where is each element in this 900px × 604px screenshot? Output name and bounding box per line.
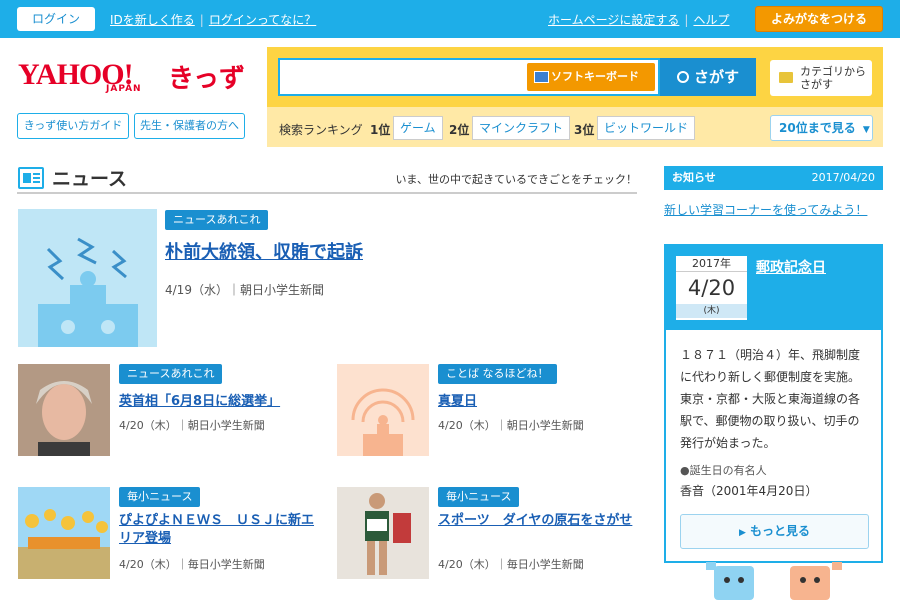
help-link[interactable]: ヘルプ xyxy=(693,13,729,27)
search-button-label: さがす xyxy=(693,68,739,86)
logo-kids-text: きっず xyxy=(168,64,245,94)
notice-date: 2017/04/20 xyxy=(811,171,875,184)
article-title[interactable]: 真夏日 xyxy=(438,390,477,409)
newspaper-icon xyxy=(18,167,44,189)
about-login-link[interactable]: ログインってなに？ xyxy=(209,13,316,27)
news-title: ニュース xyxy=(52,168,128,190)
featured-category-tag[interactable]: ニュースあれこれ xyxy=(165,210,269,230)
logo-japan-text: JAPAN xyxy=(106,84,142,94)
article-thumbnail[interactable] xyxy=(18,364,110,456)
ranking-more-button[interactable]: 20位まで見る ▼ xyxy=(770,115,873,141)
ranking-item-2[interactable]: マインクラフト xyxy=(472,116,571,140)
category-search-button[interactable]: カテゴリから さがす xyxy=(770,60,872,96)
article-category-tag[interactable]: ニュースあれこれ xyxy=(119,364,223,384)
article-category-tag[interactable]: ことば なるほどね！ xyxy=(438,364,557,384)
search-panel: ソフトキーボード さがす カテゴリから さがす 検索ランキング 1位 ゲーム 2… xyxy=(267,47,883,147)
article-title[interactable]: ぴよぴよＮＥＷＳ ＵＳＪに新エリア登場 xyxy=(119,512,319,548)
search-icon xyxy=(676,71,689,83)
yahoo-kids-logo[interactable]: YAHOO! JAPAN きっず xyxy=(18,58,248,102)
article-category-tag[interactable]: 毎小ニュース xyxy=(438,487,520,507)
ranking-title: 検索ランキング xyxy=(279,123,363,137)
for-teachers-button[interactable]: 先生・保護者の方へ xyxy=(134,113,245,139)
calendar-icon: 2017年 4/20 (木) xyxy=(676,256,747,320)
search-button[interactable]: さがす xyxy=(660,58,756,96)
calendar-year: 2017年 xyxy=(676,256,747,272)
ranking-item-1[interactable]: ゲーム xyxy=(393,116,443,140)
mascot-illustration xyxy=(706,562,842,600)
robot-antenna-illustration xyxy=(351,388,415,456)
news-section-header: ニュース いま、世の中で起きているできごとをチェック！ xyxy=(17,163,637,194)
runner-photo xyxy=(337,487,429,579)
featured-article-title[interactable]: 朴前大統領、収賄で起訴 xyxy=(165,238,363,264)
calendar-weekday: (木) xyxy=(676,304,747,318)
category-label-line1: カテゴリから xyxy=(800,65,866,78)
notice-link[interactable]: 新しい学習コーナーを使ってみよう！ xyxy=(664,201,867,218)
furigana-button[interactable]: よみがなをつける xyxy=(755,6,883,32)
article-meta: 4/20（木）｜朝日小学生新聞 xyxy=(119,419,265,432)
top-bar: ログイン IDを新しく作る | ログインってなに？ ホームページに設定する | ヘルプ … xyxy=(0,0,900,38)
article-thumbnail[interactable] xyxy=(337,364,429,456)
article-meta: 4/20（木）｜毎日小学生新聞 xyxy=(438,558,584,571)
account-links: IDを新しく作る | ログインってなに？ xyxy=(110,11,316,28)
category-label-line2: さがす xyxy=(800,78,833,91)
ranking-number: 2位 xyxy=(449,123,470,137)
ranking-more-label: 20位まで見る xyxy=(779,121,856,135)
article-thumbnail[interactable] xyxy=(337,487,429,579)
robot-antenna-illustration xyxy=(38,237,138,347)
today-description: １８７１（明治４）年、飛脚制度に代わり新しく郵便制度を実施。東京・京都・大阪と東… xyxy=(680,348,861,450)
today-header: 2017年 4/20 (木) 郵政記念日 xyxy=(666,246,881,330)
set-homepage-link[interactable]: ホームページに設定する xyxy=(548,13,679,27)
featured-article-meta: 4/19（水）｜朝日小学生新聞 xyxy=(165,283,324,297)
triangle-right-icon: ▶ xyxy=(739,528,746,538)
article-category-tag[interactable]: 毎小ニュース xyxy=(119,487,201,507)
soft-keyboard-button[interactable]: ソフトキーボード xyxy=(527,63,655,91)
more-button-label: もっと見る xyxy=(749,524,810,538)
today-anniversary-box: 2017年 4/20 (木) 郵政記念日 １８７１（明治４）年、飛脚制度に代わり… xyxy=(664,244,883,563)
more-button[interactable]: ▶ もっと見る xyxy=(680,514,869,549)
soft-keyboard-label: ソフトキーボード xyxy=(551,70,639,83)
utility-links: ホームページに設定する | ヘルプ xyxy=(548,11,729,28)
article-thumbnail[interactable] xyxy=(18,487,110,579)
today-title-link[interactable]: 郵政記念日 xyxy=(756,257,826,277)
news-tagline: いま、世の中で起きているできごとをチェック！ xyxy=(395,173,637,186)
login-button[interactable]: ログイン xyxy=(17,7,95,31)
folder-icon xyxy=(779,72,793,83)
link-separator: | xyxy=(684,13,689,27)
person-photo xyxy=(18,364,110,456)
ranking-item-3[interactable]: ビットワールド xyxy=(597,116,696,140)
mascot-characters xyxy=(700,560,870,600)
article-title[interactable]: スポーツ ダイヤの原石をさがせ xyxy=(438,512,638,530)
article-title[interactable]: 英首相「6月8日に総選挙」 xyxy=(119,390,280,409)
notice-bar: お知らせ 2017/04/20 xyxy=(664,166,883,190)
notice-label: お知らせ xyxy=(672,171,716,184)
keyboard-icon xyxy=(534,71,549,83)
ranking-number: 3位 xyxy=(574,123,595,137)
create-id-link[interactable]: IDを新しく作る xyxy=(110,13,195,27)
article-meta: 4/20（木）｜朝日小学生新聞 xyxy=(438,419,584,432)
birthday-person: 香音（2001年4月20日） xyxy=(680,484,818,498)
birthday-label: ●誕生日の有名人 xyxy=(680,464,767,477)
ranking-number: 1位 xyxy=(370,123,391,137)
theme-park-photo xyxy=(18,487,110,579)
usage-guide-button[interactable]: きっず使い方ガイド xyxy=(17,113,129,139)
link-separator: | xyxy=(199,13,204,27)
chevron-down-icon: ▼ xyxy=(862,125,870,135)
calendar-date: 4/20 xyxy=(687,276,736,300)
article-meta: 4/20（木）｜毎日小学生新聞 xyxy=(119,558,265,571)
featured-thumbnail[interactable] xyxy=(18,209,157,347)
